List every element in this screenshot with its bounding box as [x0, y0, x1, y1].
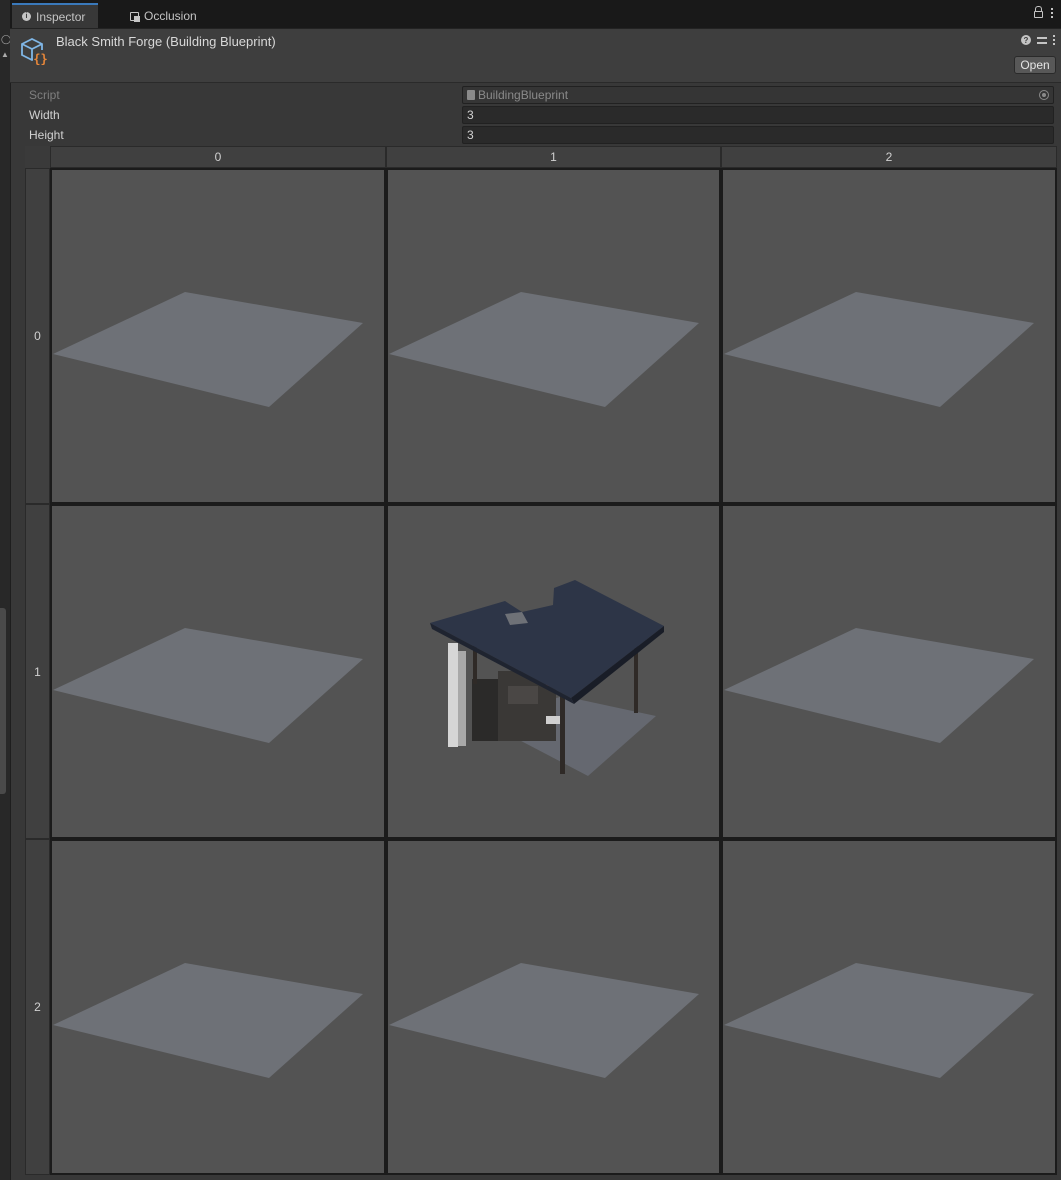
- height-input[interactable]: 3: [462, 126, 1054, 144]
- gutter-arrow-icon: ▲: [1, 50, 9, 59]
- inspector-header: {} Black Smith Forge (Building Blueprint…: [10, 29, 1061, 83]
- row-header-0: 0: [25, 168, 50, 504]
- gutter-scroll-handle[interactable]: [0, 608, 6, 794]
- grid-cell-1-1[interactable]: [386, 504, 721, 839]
- empty-tile-icon: [53, 628, 363, 743]
- component-menu-icon[interactable]: [1053, 35, 1055, 45]
- empty-tile-icon: [53, 963, 363, 1078]
- script-object-field: BuildingBlueprint: [462, 86, 1054, 104]
- grid-cell-2-0[interactable]: [50, 839, 386, 1175]
- blacksmith-forge-icon: [430, 580, 664, 776]
- empty-tile-icon: [389, 963, 699, 1078]
- info-icon: i: [22, 12, 31, 21]
- grid-cell-0-0[interactable]: [50, 168, 386, 504]
- width-label: Width: [29, 108, 60, 122]
- left-gutter: ◯ ▲: [0, 0, 11, 1180]
- svg-text:{}: {}: [33, 52, 47, 66]
- width-input[interactable]: 3: [462, 106, 1054, 124]
- width-field: Width 3: [29, 106, 1054, 124]
- grid-corner: [25, 146, 50, 168]
- tab-bar: i Inspector Occlusion: [10, 0, 1061, 29]
- script-value: BuildingBlueprint: [478, 88, 569, 102]
- height-field: Height 3: [29, 126, 1054, 144]
- grid-cell-1-0[interactable]: [50, 504, 386, 839]
- tab-label: Inspector: [36, 9, 86, 24]
- preset-settings-icon[interactable]: [1037, 35, 1047, 45]
- object-picker-icon[interactable]: [1039, 90, 1049, 100]
- script-file-icon: [467, 90, 475, 100]
- lock-icon[interactable]: [1034, 6, 1043, 18]
- tab-inspector[interactable]: i Inspector: [12, 3, 98, 28]
- row-header-1: 1: [25, 504, 50, 839]
- row-header-2: 2: [25, 839, 50, 1175]
- empty-tile-icon: [389, 292, 699, 407]
- empty-tile-icon: [724, 963, 1034, 1078]
- page-title: Black Smith Forge (Building Blueprint): [56, 34, 276, 49]
- open-button[interactable]: Open: [1014, 56, 1056, 74]
- height-label: Height: [29, 128, 64, 142]
- script-label: Script: [29, 88, 60, 102]
- grid-cell-0-1[interactable]: [386, 168, 721, 504]
- column-header-1: 1: [386, 146, 721, 168]
- empty-tile-icon: [724, 628, 1034, 743]
- column-header-0: 0: [50, 146, 386, 168]
- grid-cell-1-2[interactable]: [721, 504, 1057, 839]
- tab-label: Occlusion: [144, 9, 197, 23]
- more-options-icon[interactable]: [1051, 8, 1053, 18]
- empty-tile-icon: [53, 292, 363, 407]
- occlusion-icon: [130, 11, 140, 22]
- tabbar-controls: [1034, 6, 1053, 18]
- grid-cell-0-2[interactable]: [721, 168, 1057, 504]
- column-header-2: 2: [721, 146, 1057, 168]
- empty-tile-icon: [724, 292, 1034, 407]
- header-icons: ?: [1021, 35, 1055, 45]
- grid-cell-2-2[interactable]: [721, 839, 1057, 1175]
- tab-occlusion[interactable]: Occlusion: [120, 4, 207, 28]
- grid-cell-2-1[interactable]: [386, 839, 721, 1175]
- script-field: Script BuildingBlueprint: [29, 86, 1054, 104]
- help-icon[interactable]: ?: [1021, 35, 1031, 45]
- scriptable-object-icon: {}: [21, 37, 48, 66]
